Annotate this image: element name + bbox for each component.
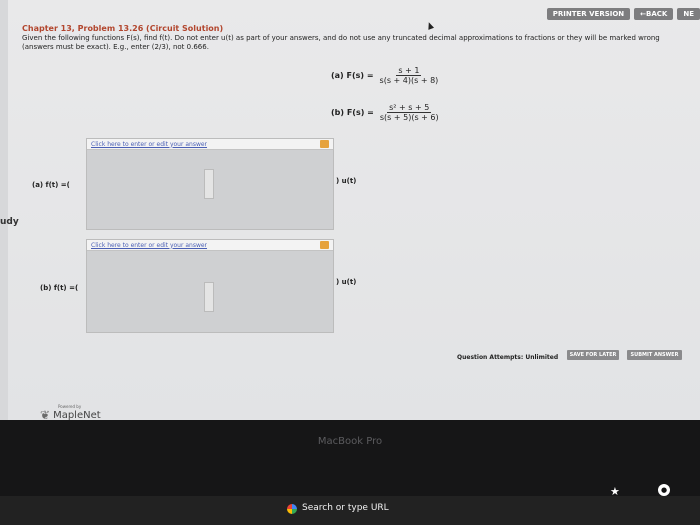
- search-input[interactable]: Search or type URL: [302, 503, 389, 513]
- edit-icon[interactable]: [320, 140, 329, 148]
- maplenet-logo: Powered by ❦ MapleNet: [40, 404, 101, 421]
- answer-a-suffix: ) u(t): [336, 177, 357, 185]
- answer-box-b-header: Click here to enter or edit your answer: [87, 240, 333, 251]
- question-attempts: Question Attempts: Unlimited: [457, 354, 559, 361]
- problem-title: Chapter 13, Problem 13.26 (Circuit Solut…: [22, 24, 224, 33]
- equation-b: (b) F(s) = s² + s + 5 s(s + 5)(s + 6): [331, 103, 441, 122]
- edit-answer-link-a[interactable]: Click here to enter or edit your answer: [91, 141, 207, 148]
- answer-box-a-header: Click here to enter or edit your answer: [87, 139, 333, 150]
- left-strip: [0, 0, 8, 420]
- printer-version-button[interactable]: PRINTER VERSION: [546, 8, 631, 20]
- submit-answer-button[interactable]: SUBMIT ANSWER: [627, 350, 682, 360]
- answer-a-prefix: (a) f(t) =(: [32, 181, 70, 189]
- equation-b-label: (b) F(s) =: [331, 108, 374, 117]
- equation-a-denominator: s(s + 4)(s + 8): [379, 76, 439, 85]
- answer-box-b[interactable]: Click here to enter or edit your answer: [86, 239, 334, 333]
- macbook-label: MacBook Pro: [317, 436, 383, 447]
- top-toolbar: PRINTER VERSION ←BACK NE: [546, 8, 700, 20]
- equation-a-numerator: s + 1: [396, 66, 422, 76]
- touchbar-search[interactable]: Search or type URL: [0, 496, 700, 525]
- next-button[interactable]: NE: [677, 8, 700, 20]
- browser-screen: udy PRINTER VERSION ←BACK NE Chapter 13,…: [0, 0, 700, 421]
- answer-b-prefix: (b) f(t) =(: [40, 284, 79, 292]
- maplenet-brand: MapleNet: [53, 409, 101, 421]
- equation-a-fraction: s + 1 s(s + 4)(s + 8): [378, 66, 441, 85]
- equation-a-label: (a) F(s) =: [331, 71, 374, 80]
- side-text: udy: [0, 217, 19, 227]
- answer-b-input-placeholder[interactable]: [204, 282, 214, 312]
- answer-a-input-placeholder[interactable]: [204, 169, 214, 199]
- answer-box-a[interactable]: Click here to enter or edit your answer: [86, 138, 334, 230]
- touchbar-circle-icon[interactable]: ●: [658, 484, 670, 496]
- answer-b-suffix: ) u(t): [336, 278, 357, 286]
- equation-b-fraction: s² + s + 5 s(s + 5)(s + 6): [378, 103, 441, 122]
- edit-answer-link-b[interactable]: Click here to enter or edit your answer: [91, 242, 207, 249]
- back-button[interactable]: ←BACK: [634, 8, 674, 20]
- google-icon: [287, 504, 297, 514]
- mouse-pointer-icon: [425, 21, 435, 30]
- edit-icon[interactable]: [320, 241, 329, 249]
- save-for-later-button[interactable]: SAVE FOR LATER: [567, 350, 619, 360]
- problem-instructions: Given the following functions F(s), find…: [22, 34, 660, 51]
- equation-b-numerator: s² + s + 5: [387, 103, 432, 113]
- equation-b-denominator: s(s + 5)(s + 6): [379, 113, 439, 122]
- equation-a: (a) F(s) = s + 1 s(s + 4)(s + 8): [331, 66, 440, 85]
